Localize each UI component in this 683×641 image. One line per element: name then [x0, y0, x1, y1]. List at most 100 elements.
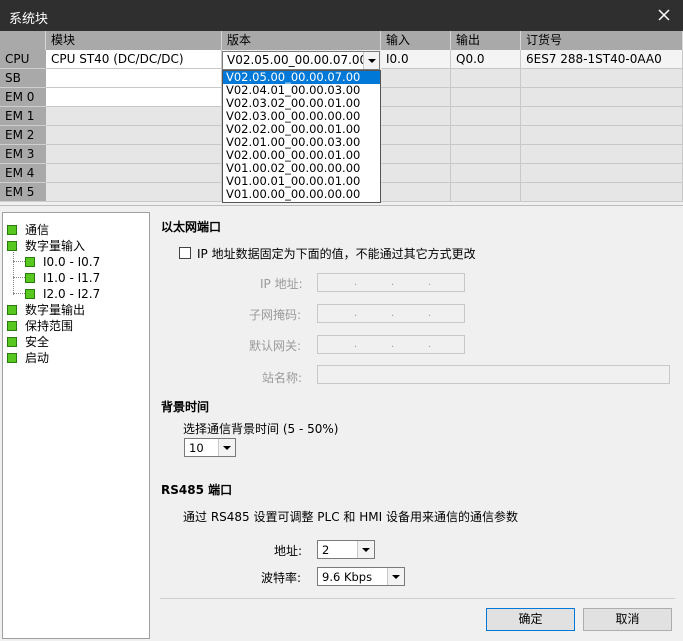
tree-item-label: 通信 [25, 223, 50, 237]
em2-module-cell[interactable] [46, 126, 222, 145]
grid-cell[interactable] [381, 164, 451, 183]
tree-node-icon [7, 321, 17, 331]
ip-dot: . [391, 308, 395, 319]
grid-cell[interactable] [451, 126, 521, 145]
cpu-module-cell[interactable]: CPU ST40 (DC/DC/DC) [46, 50, 222, 69]
cpu-input-cell[interactable]: I0.0 [381, 50, 451, 69]
header-output: 输出 [451, 31, 521, 50]
version-dropdown[interactable]: V02.05.00_00.00.07.00 [222, 51, 380, 70]
grid-cell[interactable] [521, 183, 683, 202]
address-label: 地址: [274, 544, 303, 558]
ip-dot: . [391, 277, 395, 288]
subnet-mask-label: 子网掩码: [249, 308, 302, 322]
header-version: 版本 [222, 31, 381, 50]
address-value: 2 [322, 543, 330, 557]
em3-module-cell[interactable] [46, 145, 222, 164]
tree-line [13, 261, 25, 262]
grid-cell[interactable] [521, 164, 683, 183]
default-gateway-field[interactable]: . . . [317, 335, 465, 354]
tree-item-label: 安全 [25, 335, 50, 349]
splitter[interactable] [0, 205, 683, 212]
fixed-ip-checkbox[interactable] [179, 247, 191, 259]
address-dropdown[interactable]: 2 [317, 540, 375, 559]
row-label-em2[interactable]: EM 2 [0, 126, 46, 145]
grid-cell[interactable] [521, 145, 683, 164]
tree-node-icon [25, 273, 35, 283]
em0-module-cell[interactable] [46, 88, 222, 107]
grid-cell[interactable] [451, 107, 521, 126]
cpu-order-cell[interactable]: 6ES7 288-1ST40-0AA0 [521, 50, 683, 69]
rs485-description: 通过 RS485 设置可调整 PLC 和 HMI 设备用来通信的通信参数 [183, 510, 518, 524]
ip-dot: . [354, 339, 358, 350]
close-button[interactable] [651, 3, 677, 27]
grid-cell[interactable] [451, 164, 521, 183]
dropdown-arrow-icon[interactable] [357, 541, 374, 558]
grid-cell[interactable] [381, 88, 451, 107]
version-dropdown-list[interactable]: V02.05.00_00.00.07.00 V02.04.01_00.00.03… [222, 70, 381, 203]
grid-cell[interactable] [451, 69, 521, 88]
row-label-cpu[interactable]: CPU [0, 50, 46, 69]
station-name-label: 站名称: [262, 371, 303, 385]
baud-rate-label: 波特率: [261, 571, 302, 585]
grid-cell[interactable] [451, 183, 521, 202]
row-label-em0[interactable]: EM 0 [0, 88, 46, 107]
grid-cell[interactable] [381, 126, 451, 145]
close-icon [658, 9, 670, 21]
title-bar: 系统块 [0, 0, 683, 31]
divider [160, 598, 675, 599]
ip-dot: . [391, 339, 395, 350]
baud-rate-value: 9.6 Kbps [322, 570, 373, 584]
grid-cell[interactable] [381, 107, 451, 126]
row-label-em5[interactable]: EM 5 [0, 183, 46, 202]
grid-cell[interactable] [451, 145, 521, 164]
row-label-em1[interactable]: EM 1 [0, 107, 46, 126]
tree-item-label: I2.0 - I2.7 [43, 287, 101, 301]
baud-rate-dropdown[interactable]: 9.6 Kbps [317, 567, 405, 586]
tree-node-icon [7, 225, 17, 235]
tree-node-icon [7, 305, 17, 315]
tree-node-icon [7, 353, 17, 363]
grid-cell[interactable] [521, 107, 683, 126]
grid-cell[interactable] [381, 145, 451, 164]
ok-button[interactable]: 确定 [486, 608, 575, 631]
row-label-sb[interactable]: SB [0, 69, 46, 88]
grid-cell[interactable] [521, 88, 683, 107]
dropdown-arrow-icon[interactable] [218, 439, 235, 456]
dropdown-arrow-icon[interactable] [387, 568, 404, 585]
sb-module-cell[interactable] [46, 69, 222, 88]
grid-cell[interactable] [451, 88, 521, 107]
background-time-dropdown[interactable]: 10 [184, 438, 236, 457]
tree-item-label: 数字量输出 [25, 303, 86, 317]
background-time-value: 10 [189, 441, 204, 455]
grid-cell[interactable] [381, 183, 451, 202]
grid-cell[interactable] [521, 69, 683, 88]
grid-corner [0, 31, 46, 50]
grid-cell[interactable] [381, 69, 451, 88]
ip-dot: . [428, 308, 432, 319]
ip-address-field[interactable]: . . . [317, 273, 465, 292]
background-time-section-title: 背景时间 [161, 400, 210, 414]
cpu-output-cell[interactable]: Q0.0 [451, 50, 521, 69]
header-module: 模块 [46, 31, 222, 50]
tree-item-label: I1.0 - I1.7 [43, 271, 101, 285]
tree-item-label: 数字量输入 [25, 239, 86, 253]
cancel-button[interactable]: 取消 [583, 608, 672, 631]
em5-module-cell[interactable] [46, 183, 222, 202]
header-order-number: 订货号 [521, 31, 683, 50]
background-time-label: 选择通信背景时间 (5 - 50%) [183, 422, 339, 436]
row-label-em3[interactable]: EM 3 [0, 145, 46, 164]
tree-node-icon [25, 257, 35, 267]
ip-dot: . [428, 277, 432, 288]
station-name-field[interactable] [317, 365, 670, 384]
grid-cell[interactable] [521, 126, 683, 145]
subnet-mask-field[interactable]: . . . [317, 304, 465, 323]
settings-tree: 通信 数字量输入 I0.0 - I0.7 I1.0 - I1.7 I2.0 - … [2, 212, 150, 639]
row-label-em4[interactable]: EM 4 [0, 164, 46, 183]
tree-item-label: 启动 [25, 351, 50, 365]
em4-module-cell[interactable] [46, 164, 222, 183]
version-option[interactable]: V01.00.00_00.00.00.00 [223, 188, 380, 201]
dropdown-arrow-icon[interactable] [363, 52, 379, 69]
settings-panel: 以太网端口 IP 地址数据固定为下面的值，不能通过其它方式更改 IP 地址: .… [150, 212, 683, 641]
tree-node-icon [25, 289, 35, 299]
em1-module-cell[interactable] [46, 107, 222, 126]
